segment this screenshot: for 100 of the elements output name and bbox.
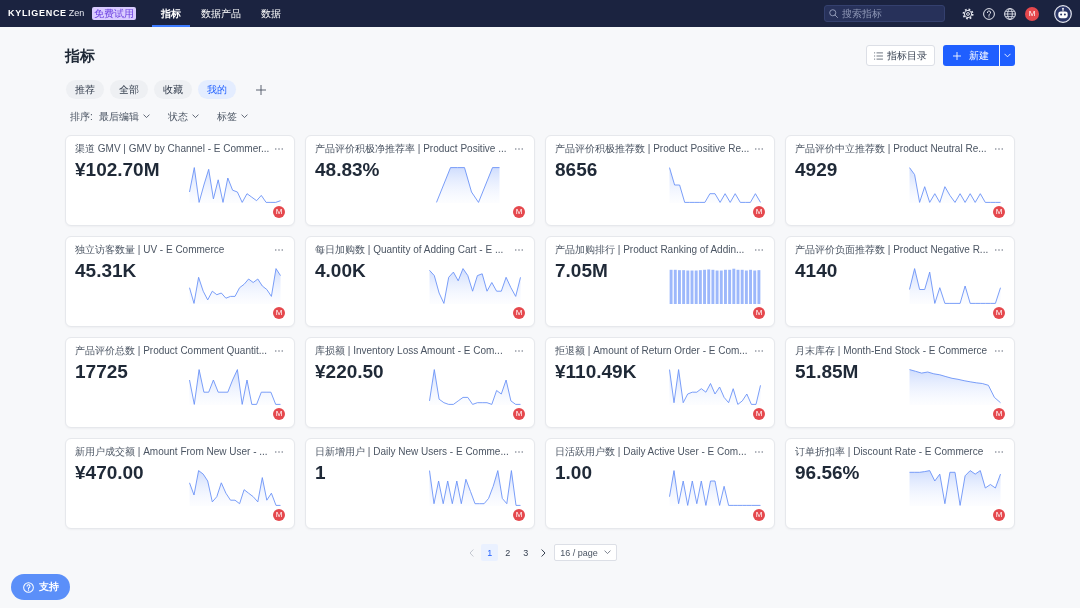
new-menu-button[interactable] [1000,45,1015,66]
filter-tab[interactable]: 收藏 [154,80,192,99]
metric-value: 51.85M [795,361,859,384]
metric-title: 产品评价积极推荐数 | Product Positive Re... [555,142,750,155]
metric-value: 4140 [795,260,838,283]
owner-avatar: M [513,307,525,319]
owner-avatar: M [993,509,1005,521]
page-button[interactable]: 3 [517,544,535,561]
help-icon [22,581,34,593]
caret-icon [1004,53,1011,58]
more-icon[interactable] [755,248,763,251]
metric-title: 独立访客数量 | UV - E Commerce [75,243,225,256]
owner-avatar: M [273,206,285,218]
more-icon[interactable] [755,349,763,352]
metric-card[interactable]: 每日加购数 | Quantity of Adding Cart - E ... 4.00K M [305,236,535,327]
metric-card[interactable]: 渠道 GMV | GMV by Channel - E Commer... ¥102.70M M [65,135,295,226]
metric-title: 拒退额 | Amount of Return Order - E Com... [555,344,748,357]
metric-title: 订单折扣率 | Discount Rate - E Commerce [795,445,984,458]
more-icon[interactable] [755,147,763,150]
robot-icon[interactable] [1054,4,1072,23]
metric-card[interactable]: 日活跃用户数 | Daily Active User - E Com... 1.00 M [545,438,775,529]
metric-value: 45.31K [75,260,137,283]
plus-icon [953,51,961,60]
more-icon[interactable] [755,450,763,453]
more-icon[interactable] [515,450,523,453]
metric-title: 渠道 GMV | GMV by Channel - E Commer... [75,142,270,155]
owner-avatar: M [273,408,285,420]
metric-card[interactable]: 月末库存 | Month-End Stock - E Commerce 51.85M M [785,337,1015,428]
catalog-button[interactable]: 指标目录 [866,45,935,66]
metric-title: 产品加购排行 | Product Ranking of Addin... [555,243,745,256]
globe-icon[interactable] [1004,7,1016,20]
metric-value: 4929 [795,159,838,182]
metric-title: 产品评价负面推荐数 | Product Negative R... [795,243,989,256]
metric-card[interactable]: 产品评价总数 | Product Comment Quantit... 17725 M [65,337,295,428]
metric-value: 48.83% [315,159,380,182]
help-icon[interactable] [983,7,995,20]
metric-value: 1.00 [555,462,592,485]
more-icon[interactable] [515,147,523,150]
metric-value: 7.05M [555,260,608,283]
metric-title: 日活跃用户数 | Daily Active User - E Com... [555,445,747,458]
more-icon[interactable] [275,147,283,150]
more-icon[interactable] [515,248,523,251]
metric-card[interactable]: 产品评价中立推荐数 | Product Neutral Re... 4929 M [785,135,1015,226]
filter-tab[interactable]: 我的 [198,80,236,99]
metric-card[interactable]: 产品评价积极推荐数 | Product Positive Re... 8656 M [545,135,775,226]
more-icon[interactable] [275,450,283,453]
metric-card[interactable]: 库损额 | Inventory Loss Amount - E Com... ¥220.50 M [305,337,535,428]
metric-title: 产品评价总数 | Product Comment Quantit... [75,344,268,357]
owner-avatar: M [513,509,525,521]
more-icon[interactable] [995,147,1003,150]
metric-card[interactable]: 产品加购排行 | Product Ranking of Addin... 7.05M M [545,236,775,327]
metric-card[interactable]: 产品评价积极净推荐率 | Product Positive ... 48.83% M [305,135,535,226]
metric-title: 库损额 | Inventory Loss Amount - E Com... [315,344,503,357]
more-icon[interactable] [995,450,1003,453]
new-button[interactable]: 新建 [943,45,999,66]
metric-title: 产品评价中立推荐数 | Product Neutral Re... [795,142,987,155]
caret-icon [240,114,248,119]
owner-avatar: M [513,408,525,420]
page-size-select[interactable]: 16 / page [554,544,617,561]
filter-tab[interactable]: 推荐 [66,80,104,99]
plus-icon[interactable] [256,84,266,95]
metric-value: 4.00K [315,260,366,283]
page-button[interactable]: 1 [481,544,499,561]
metric-title: 日新增用户 | Daily New Users - E Comme... [315,445,509,458]
filter-dropdown[interactable]: 最后编辑 [98,110,150,123]
page-button[interactable]: 2 [499,544,517,561]
metric-card[interactable]: 日新增用户 | Daily New Users - E Comme... 1 M [305,438,535,529]
more-icon[interactable] [515,349,523,352]
settings-icon[interactable] [962,7,974,20]
owner-avatar: M [753,206,765,218]
metric-title: 新用户成交额 | Amount From New User - ... [75,445,268,458]
nav-tab[interactable]: 指标 [152,0,191,27]
metric-card[interactable]: 拒退额 | Amount of Return Order - E Com... ¥110.49K M [545,337,775,428]
metric-card[interactable]: 独立访客数量 | UV - E Commerce 45.31K M [65,236,295,327]
more-icon[interactable] [275,349,283,352]
metric-card[interactable]: 订单折扣率 | Discount Rate - E Commerce 96.56% M [785,438,1015,529]
owner-avatar: M [273,307,285,319]
caret-icon [603,550,611,555]
metric-card[interactable]: 新用户成交额 | Amount From New User - ... ¥470.00 M [65,438,295,529]
more-icon[interactable] [995,349,1003,352]
owner-avatar: M [993,307,1005,319]
more-icon[interactable] [995,248,1003,251]
owner-avatar: M [273,509,285,521]
metric-value: ¥102.70M [75,159,160,182]
metric-card[interactable]: 产品评价负面推荐数 | Product Negative R... 4140 M [785,236,1015,327]
more-icon[interactable] [275,248,283,251]
search-field[interactable]: 搜索指标 [824,5,945,22]
trial-badge: 免费试用 [92,7,137,20]
nav-tab[interactable]: 数据 [252,0,291,27]
filter-dropdown[interactable]: 状态 [167,110,199,123]
filter-dropdown[interactable]: 标签 [216,110,248,123]
metric-value: ¥470.00 [75,462,144,485]
filter-tab[interactable]: 全部 [110,80,148,99]
owner-avatar: M [993,206,1005,218]
chevron-right-icon [541,548,547,557]
metric-value: ¥220.50 [315,361,384,384]
user-avatar[interactable]: M [1025,6,1039,21]
nav-tab[interactable]: 数据产品 [192,0,251,27]
caret-icon [142,114,150,119]
list-icon [874,51,883,60]
